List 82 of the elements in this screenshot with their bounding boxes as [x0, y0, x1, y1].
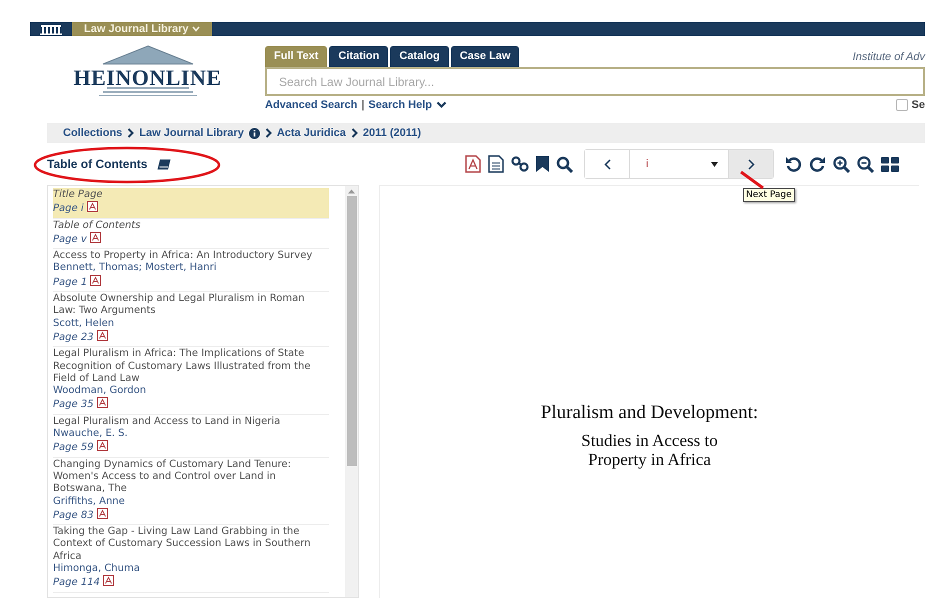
page-subtitle: Studies in Access to [581, 431, 718, 450]
toc-item-page[interactable]: Page 83 [53, 510, 94, 521]
toc-item-title[interactable]: Access to Property in Africa: An Introductory Survey [53, 250, 329, 262]
zoom-out-icon[interactable] [857, 156, 874, 172]
toc-item-authors: Bennett, Thomas; Mostert, Hanri [53, 262, 218, 275]
toc-item-page[interactable]: Page 114 [53, 577, 100, 588]
search-link[interactable]: Search Help [368, 99, 432, 111]
pdf-icon[interactable] [90, 232, 101, 243]
tooltip: Next Page [743, 188, 795, 202]
search-field[interactable]: Search Law Journal Library... [265, 67, 925, 96]
pdf-icon[interactable] [90, 274, 102, 286]
page-subtitle: Property in Africa [588, 450, 711, 469]
chevron-right-icon [127, 128, 134, 138]
link-icon[interactable] [511, 156, 529, 172]
breadcrumb-link[interactable]: Acta Juridica [276, 127, 346, 139]
toc-item-title[interactable]: Title Page [53, 189, 329, 202]
search-tab[interactable]: Catalog [390, 46, 449, 67]
toc-item[interactable]: Legal Pluralism in Africa: The Implications of State Recognition of Customary Laws Illustrated from the Field of Land Law Woodman, Gordon Page 35 [53, 347, 329, 415]
search-link[interactable]: Advanced Search [265, 99, 358, 111]
chevron-right-icon [350, 128, 358, 138]
pdf-icon[interactable] [96, 508, 108, 519]
toc-item-title[interactable]: Absolute Ownership and Legal Pluralism in Roman Law: Two Arguments [53, 293, 329, 318]
toc-heading: Table of Contents [47, 157, 148, 171]
annotation-line [739, 170, 765, 190]
info-icon[interactable] [248, 128, 260, 138]
next-page-button[interactable] [729, 150, 773, 178]
page-title: Pluralism and Development: [540, 402, 758, 424]
pdf-icon[interactable] [96, 330, 108, 341]
toc-item-authors: Woodman, Gordon [53, 385, 148, 398]
toc-item-page[interactable]: Page 59 [53, 442, 94, 454]
toc-item[interactable]: Absolute Ownership and Legal Pluralism in Roman Law: Two Arguments Scott, Helen Page 23 [53, 292, 329, 348]
search-tab[interactable]: Case Law [450, 46, 520, 67]
document-icon[interactable] [488, 155, 504, 173]
search-tab[interactable]: Citation [329, 46, 388, 67]
toc-item-page[interactable]: Page 35 [53, 399, 94, 410]
pdf-icon[interactable] [86, 201, 98, 212]
toc-item-authors: Scott, Helen [53, 318, 116, 330]
toc-item-page[interactable]: Page i [53, 203, 84, 214]
toc-item[interactable]: Legal Pluralism and Access to Land in Nigeria Nwauche, E. S. Page 59 [53, 414, 329, 458]
checkbox-label: Se [912, 99, 925, 111]
checkbox[interactable] [896, 99, 908, 111]
chevron-left-icon [604, 158, 610, 170]
toc-item-title[interactable]: Legal Pluralism in Africa: The Implications of State Recognition of Customary Laws Illustrated from the Field of Land Law [53, 348, 329, 386]
toc-item-title[interactable]: Changing Dynamics of Customary Land Tenure: Women's Access to and Control over Land in Botswana, The [53, 458, 329, 496]
toc-item[interactable]: Taking the Gap - Living Law Land Grabbing in the Context of Customary Succession Laws in Southern Africa Himonga, Chuma Page 114 [53, 525, 329, 593]
chevron-right-icon [264, 128, 272, 138]
chevron-right-icon [748, 158, 754, 170]
toc-item-title[interactable]: Legal Pluralism and Access to Land in Nigeria [53, 416, 329, 428]
search-icon[interactable] [556, 156, 573, 172]
institution-name: Institute of Adv [852, 50, 925, 62]
toc-item-authors: Griffiths, Anne [53, 496, 126, 508]
caret-icon [711, 162, 718, 166]
scrollbar[interactable] [345, 186, 358, 597]
toc-item-page[interactable]: Page 1 [53, 276, 88, 288]
building-icon[interactable] [38, 23, 64, 35]
rotate-left-icon[interactable] [785, 156, 802, 172]
breadcrumb-link[interactable]: Law Journal Library [139, 127, 244, 139]
toc-item-authors: Nwauche, E. S. [53, 428, 129, 440]
grid-icon[interactable] [881, 156, 899, 172]
toc-item[interactable]: Access to Property in Africa: An Introductory Survey Bennett, Thomas; Mostert, Hanri Page 1 [53, 249, 329, 292]
toc-item[interactable]: Table of Contents Page v [53, 218, 329, 250]
bookmark-icon[interactable] [536, 156, 549, 172]
logo-text: HEINONLINE [73, 66, 222, 90]
breadcrumb-link[interactable]: 2011 (2011) [362, 127, 422, 139]
link-separator: | [361, 99, 364, 111]
toc-item-page[interactable]: Page v [53, 234, 87, 245]
pdf-icon[interactable] [96, 397, 108, 408]
toc-item[interactable]: Title Page Page i [53, 188, 329, 219]
toc-item-authors: Himonga, Chuma [53, 563, 141, 576]
book-icon[interactable] [157, 158, 172, 170]
toc-item-title[interactable]: Table of Contents [53, 220, 329, 232]
pdf-icon[interactable] [96, 440, 108, 452]
chevron-down-icon[interactable] [436, 101, 447, 109]
caret-icon [192, 26, 200, 32]
pdf-icon[interactable] [465, 155, 481, 173]
toc-item[interactable]: Changing Dynamics of Customary Land Tenure: Women's Access to and Control over Land in Botswana, The Griffiths, Anne Page 83 [53, 458, 329, 526]
toc-item-page[interactable]: Page 23 [53, 332, 94, 343]
rotate-right-icon[interactable] [809, 156, 826, 172]
toc-item-title[interactable]: Taking the Gap - Living Law Land Grabbing in the Context of Customary Succession Laws in Southern Africa [53, 526, 329, 564]
pdf-icon[interactable] [102, 575, 114, 586]
breadcrumb-link[interactable]: Collections [63, 127, 122, 139]
zoom-in-icon[interactable] [833, 156, 850, 172]
